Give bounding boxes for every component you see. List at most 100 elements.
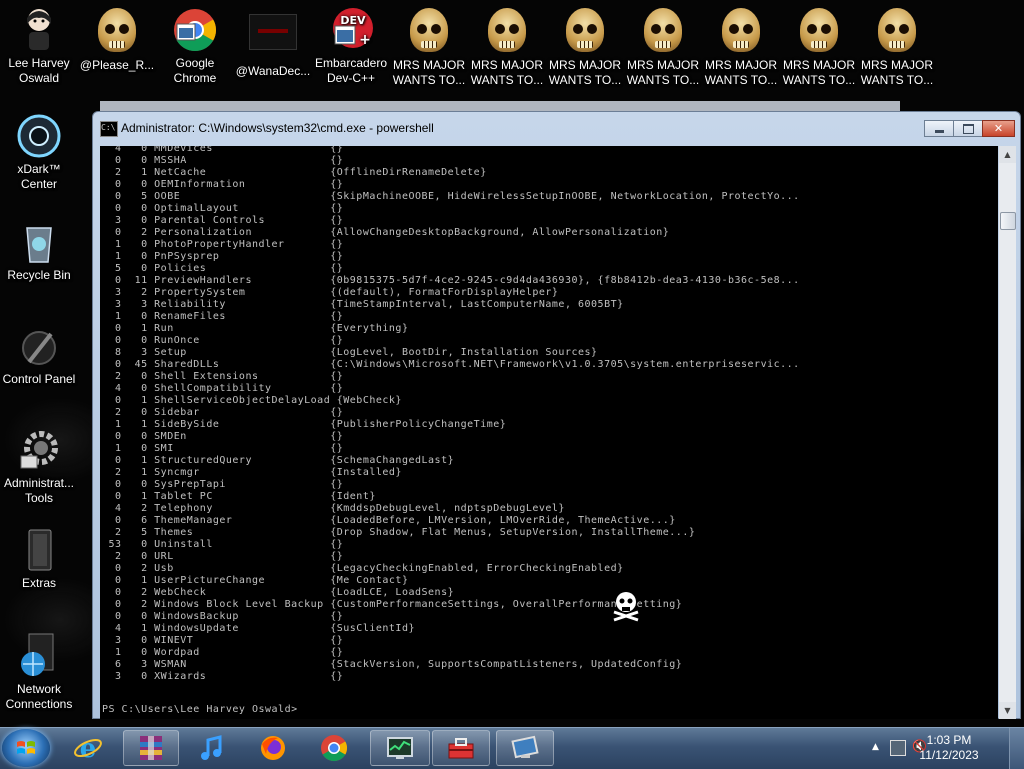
- console-line: 8 3 Setup {LogLevel, BootDir, Installati…: [102, 347, 598, 358]
- desktop-icon-label: xDark™: [17, 162, 61, 176]
- desktop-icon-extras[interactable]: Extras: [0, 526, 78, 591]
- desktop-icon-label: Connections: [5, 697, 73, 711]
- taskbar: e ▲ 🔇 1:03 PM 11/12/2023: [0, 727, 1024, 769]
- desktop-icon-label: MRS MAJOR: [549, 58, 621, 72]
- desktop-icon-mrs-major[interactable]: MRS MAJOR WANTS TO...: [468, 6, 546, 88]
- taskbar-toolbox[interactable]: [432, 730, 490, 766]
- desktop-icon-please-r[interactable]: @Please_R...: [78, 6, 156, 73]
- desktop-icon-mrs-major[interactable]: MRS MAJOR WANTS TO...: [624, 6, 702, 88]
- clock-date: 11/12/2023: [919, 748, 979, 762]
- desktop-icon-label: @Please_R...: [79, 58, 155, 72]
- internet-explorer-icon: e: [73, 734, 103, 762]
- console-line: 3 0 Parental Controls {}: [102, 215, 344, 226]
- skull-icon: [878, 8, 916, 52]
- console-line: 1 0 RenameFiles {}: [102, 311, 344, 322]
- console-line: 6 3 WSMAN {StackVersion, SupportsCompatL…: [102, 659, 683, 670]
- desktop-icon-label: WANTS TO...: [470, 73, 544, 87]
- taskbar-firefox[interactable]: [245, 730, 301, 766]
- console-line: 0 2 Usb {LegacyCheckingEnabled, ErrorChe…: [102, 563, 624, 574]
- skull-icon: [410, 8, 448, 52]
- desktop-icon-label: MRS MAJOR: [783, 58, 855, 72]
- console-line: 2 5 Themes {Drop Shadow, Flat Menus, Set…: [102, 527, 696, 538]
- recycle-bin-icon: [15, 218, 63, 266]
- console-line: 5 0 Policies {}: [102, 263, 344, 274]
- desktop-icon-label: Dev-C++: [326, 71, 376, 85]
- taskbar-screen-app[interactable]: [496, 730, 554, 766]
- window-titlebar[interactable]: C:\ Administrator: C:\Windows\system32\c…: [93, 112, 1020, 146]
- folder-icon: [15, 526, 63, 574]
- desktop-icon-label: WANTS TO...: [704, 73, 778, 87]
- console-line: 1 0 PnPSysprep {}: [102, 251, 344, 262]
- firefox-icon: [258, 734, 288, 762]
- clock[interactable]: 1:03 PM 11/12/2023: [914, 733, 984, 763]
- desktop-icon-control-panel[interactable]: Control Panel: [0, 322, 78, 387]
- start-button[interactable]: [2, 729, 50, 767]
- taskbar-internet-explorer[interactable]: e: [60, 730, 116, 766]
- desktop-icon-administrative-tools[interactable]: Administrat... Tools: [0, 426, 78, 506]
- console-line: 2 0 Shell Extensions {}: [102, 371, 344, 382]
- desktop-icon-label: @WanaDec...: [235, 64, 311, 78]
- skull-icon: [98, 8, 136, 52]
- desktop-icon-xdark-center[interactable]: xDark™ Center: [0, 112, 78, 192]
- desktop-icon-label: MRS MAJOR: [471, 58, 543, 72]
- console-line: 4 0 ShellCompatibility {}: [102, 383, 344, 394]
- desktop-icon-label: Google: [175, 56, 215, 70]
- console-line: 0 0 SMDEn {}: [102, 431, 344, 442]
- console-line: 1 0 SMI {}: [102, 443, 344, 454]
- screen-icon: [510, 734, 540, 762]
- console-line: 4 2 Telephony {KmddspDebugLevel, ndptspD…: [102, 503, 565, 514]
- console-output[interactable]: 4 0 MMDevices {} 0 0 MSSHA {} 2 1 NetCac…: [100, 146, 998, 719]
- desktop-icon-label: Administrat...: [3, 476, 75, 490]
- desktop-icon-mrs-major[interactable]: MRS MAJOR WANTS TO...: [780, 6, 858, 88]
- maximize-button[interactable]: [953, 120, 983, 137]
- vertical-scrollbar[interactable]: ▲ ▼: [999, 146, 1016, 719]
- desktop-icon-mrs-major[interactable]: MRS MAJOR WANTS TO...: [702, 6, 780, 88]
- console-line: 0 0 MSSHA {}: [102, 155, 344, 166]
- desktop-icon-network-connections[interactable]: Network Connections: [0, 632, 78, 712]
- console-line: 0 0 SysPrepTapi {}: [102, 479, 344, 490]
- skull-crossbones-cursor-icon: [610, 590, 642, 622]
- desktop-icon-wanadec[interactable]: @WanaDec...: [234, 6, 312, 79]
- desktop-icon-mrs-major[interactable]: MRS MAJOR WANTS TO...: [390, 6, 468, 88]
- desktop-icon-label: Network: [16, 682, 61, 696]
- console-line: 0 0 OEMInformation {}: [102, 179, 344, 190]
- desktop-icon-label: MRS MAJOR: [861, 58, 933, 72]
- desktop-icon-google-chrome[interactable]: Google Chrome: [156, 6, 234, 86]
- console-line: 1 0 PhotoPropertyHandler {}: [102, 239, 344, 250]
- taskbar-itunes[interactable]: [184, 730, 240, 766]
- console-lines: 4 0 MMDevices {} 0 0 MSSHA {} 2 1 NetCac…: [102, 146, 800, 683]
- console-line: 0 0 WindowsBackup {}: [102, 611, 344, 622]
- taskbar-chrome[interactable]: [306, 730, 362, 766]
- network-tray-icon[interactable]: [890, 740, 906, 756]
- scroll-down-arrow[interactable]: ▼: [999, 702, 1016, 719]
- desktop-icon-mrs-major[interactable]: MRS MAJOR WANTS TO...: [858, 6, 936, 88]
- desktop-icon-lee-harvey-oswald[interactable]: Lee Harvey Oswald: [0, 6, 78, 86]
- desktop-icon-label: WANTS TO...: [626, 73, 700, 87]
- close-button[interactable]: ✕: [982, 120, 1015, 137]
- console-line: 0 1 UserPictureChange {Me Contact}: [102, 575, 409, 586]
- clock-time: 1:03 PM: [926, 733, 972, 747]
- desktop-icon-label: WANTS TO...: [392, 73, 466, 87]
- skull-icon: [800, 8, 838, 52]
- desktop-icon-label: MRS MAJOR: [705, 58, 777, 72]
- desktop-icon-embarcadero-dev-cpp[interactable]: DEV + Embarcadero Dev-C++: [312, 6, 390, 86]
- show-hidden-icons-icon[interactable]: ▲: [872, 742, 879, 752]
- desktop-icon-recycle-bin[interactable]: Recycle Bin: [0, 218, 78, 283]
- console-line: 0 2 Personalization {AllowChangeDesktopB…: [102, 227, 670, 238]
- windows-logo-icon: [17, 741, 35, 754]
- scroll-up-arrow[interactable]: ▲: [999, 146, 1016, 163]
- skull-icon: [644, 8, 682, 52]
- desktop-icon-mrs-major[interactable]: MRS MAJOR WANTS TO...: [546, 6, 624, 88]
- minimize-button[interactable]: [924, 120, 954, 137]
- taskbar-winrar[interactable]: [123, 730, 179, 766]
- skull-icon: [722, 8, 760, 52]
- console-line: 0 11 PreviewHandlers {0b9815375-5d7f-4ce…: [102, 275, 800, 286]
- show-desktop-button[interactable]: [1009, 728, 1024, 769]
- taskbar-task-manager[interactable]: [370, 730, 430, 766]
- itunes-icon: [197, 734, 227, 762]
- powershell-prompt[interactable]: PS C:\Users\Lee Harvey Oswald>: [102, 704, 298, 716]
- desktop-icon-label: WANTS TO...: [860, 73, 934, 87]
- xdark-icon: [15, 112, 63, 160]
- scroll-thumb[interactable]: [1000, 212, 1016, 230]
- desktop-icon-label: Chrome: [173, 71, 217, 85]
